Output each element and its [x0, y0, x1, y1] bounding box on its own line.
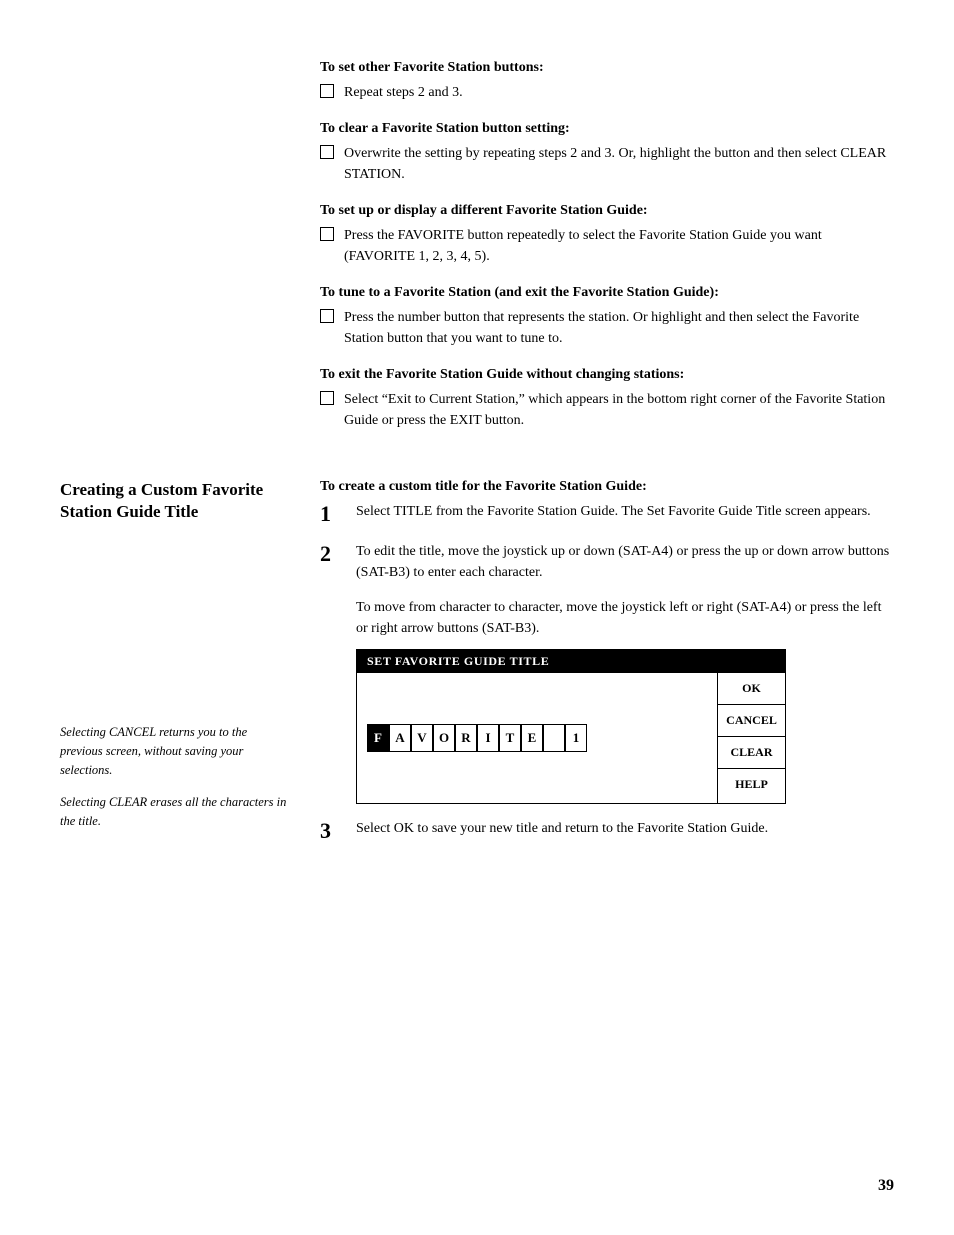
checkbox-icon	[320, 145, 334, 159]
bullet-text-exit: Select “Exit to Current Station,” which …	[344, 389, 894, 431]
right-content: To create a custom title for the Favorit…	[320, 479, 894, 861]
char-cells: FAVORITE1	[367, 724, 587, 752]
buttons-column: OKCANCELCLEARHELP	[717, 673, 785, 803]
topic-block-set-other: To set other Favorite Station buttons: R…	[320, 60, 894, 103]
char-cell-4: R	[455, 724, 477, 752]
fav-button-ok[interactable]: OK	[718, 673, 785, 705]
set-favorite-title: SET FAVORITE GUIDE TITLE	[357, 650, 785, 673]
char-cell-0: F	[367, 724, 389, 752]
main-content-area: Creating a Custom Favorite Station Guide…	[60, 479, 894, 861]
step-number-2: 2	[320, 541, 342, 567]
fav-button-clear[interactable]: CLEAR	[718, 737, 785, 769]
bullet-set-other: Repeat steps 2 and 3.	[320, 82, 894, 103]
step-1: 1 Select TITLE from the Favorite Station…	[320, 501, 894, 527]
bullet-exit: Select “Exit to Current Station,” which …	[320, 389, 894, 431]
bullet-text-tune: Press the number button that represents …	[344, 307, 894, 349]
sidebar-note-cancel: Selecting CANCEL returns you to the prev…	[60, 723, 290, 779]
char-cell-9: 1	[565, 724, 587, 752]
char-cell-3: O	[433, 724, 455, 752]
page-number: 39	[878, 1177, 894, 1195]
bullet-setup: Press the FAVORITE button repeatedly to …	[320, 225, 894, 267]
heading-set-other: To set other Favorite Station buttons:	[320, 60, 894, 76]
fav-button-cancel[interactable]: CANCEL	[718, 705, 785, 737]
heading-setup: To set up or display a different Favorit…	[320, 203, 894, 219]
set-favorite-body: FAVORITE1 OKCANCELCLEARHELP	[357, 673, 785, 803]
char-cell-6: T	[499, 724, 521, 752]
char-cell-2: V	[411, 724, 433, 752]
topic-block-clear: To clear a Favorite Station button setti…	[320, 121, 894, 185]
bullet-text-clear: Overwrite the setting by repeating steps…	[344, 143, 894, 185]
heading-clear: To clear a Favorite Station button setti…	[320, 121, 894, 137]
bullet-tune: Press the number button that represents …	[320, 307, 894, 349]
heading-tune: To tune to a Favorite Station (and exit …	[320, 285, 894, 301]
step-2-sub: To move from character to character, mov…	[356, 597, 894, 639]
topic-block-tune: To tune to a Favorite Station (and exit …	[320, 285, 894, 349]
char-cell-7: E	[521, 724, 543, 752]
numbered-steps: 1 Select TITLE from the Favorite Station…	[320, 501, 894, 845]
char-cell-5: I	[477, 724, 499, 752]
checkbox-icon	[320, 309, 334, 323]
step-number-1: 1	[320, 501, 342, 527]
checkbox-icon	[320, 227, 334, 241]
section-title: Creating a Custom Favorite Station Guide…	[60, 479, 290, 523]
custom-section-heading: To create a custom title for the Favorit…	[320, 479, 894, 495]
checkbox-icon	[320, 391, 334, 405]
char-cell-1: A	[389, 724, 411, 752]
step-text-1: Select TITLE from the Favorite Station G…	[356, 501, 894, 522]
bullet-text-setup: Press the FAVORITE button repeatedly to …	[344, 225, 894, 267]
bullet-clear: Overwrite the setting by repeating steps…	[320, 143, 894, 185]
heading-exit: To exit the Favorite Station Guide witho…	[320, 367, 894, 383]
char-display-area: FAVORITE1	[357, 673, 717, 803]
step-number-3: 3	[320, 818, 342, 844]
set-favorite-box: SET FAVORITE GUIDE TITLE FAVORITE1 OKCAN…	[356, 649, 786, 804]
checkbox-icon	[320, 84, 334, 98]
topic-block-setup: To set up or display a different Favorit…	[320, 203, 894, 267]
fav-button-help[interactable]: HELP	[718, 769, 785, 800]
left-sidebar: Creating a Custom Favorite Station Guide…	[60, 479, 320, 861]
top-section: To set other Favorite Station buttons: R…	[320, 60, 894, 449]
sidebar-note-clear: Selecting CLEAR erases all the character…	[60, 793, 290, 831]
step-2: 2 To edit the title, move the joystick u…	[320, 541, 894, 583]
char-cell-8	[543, 724, 565, 752]
bullet-text-set-other: Repeat steps 2 and 3.	[344, 82, 894, 103]
step-3: 3 Select OK to save your new title and r…	[320, 818, 894, 844]
step-text-3: Select OK to save your new title and ret…	[356, 818, 894, 839]
step-text-2: To edit the title, move the joystick up …	[356, 541, 894, 583]
topic-block-exit: To exit the Favorite Station Guide witho…	[320, 367, 894, 431]
page: To set other Favorite Station buttons: R…	[0, 0, 954, 1235]
